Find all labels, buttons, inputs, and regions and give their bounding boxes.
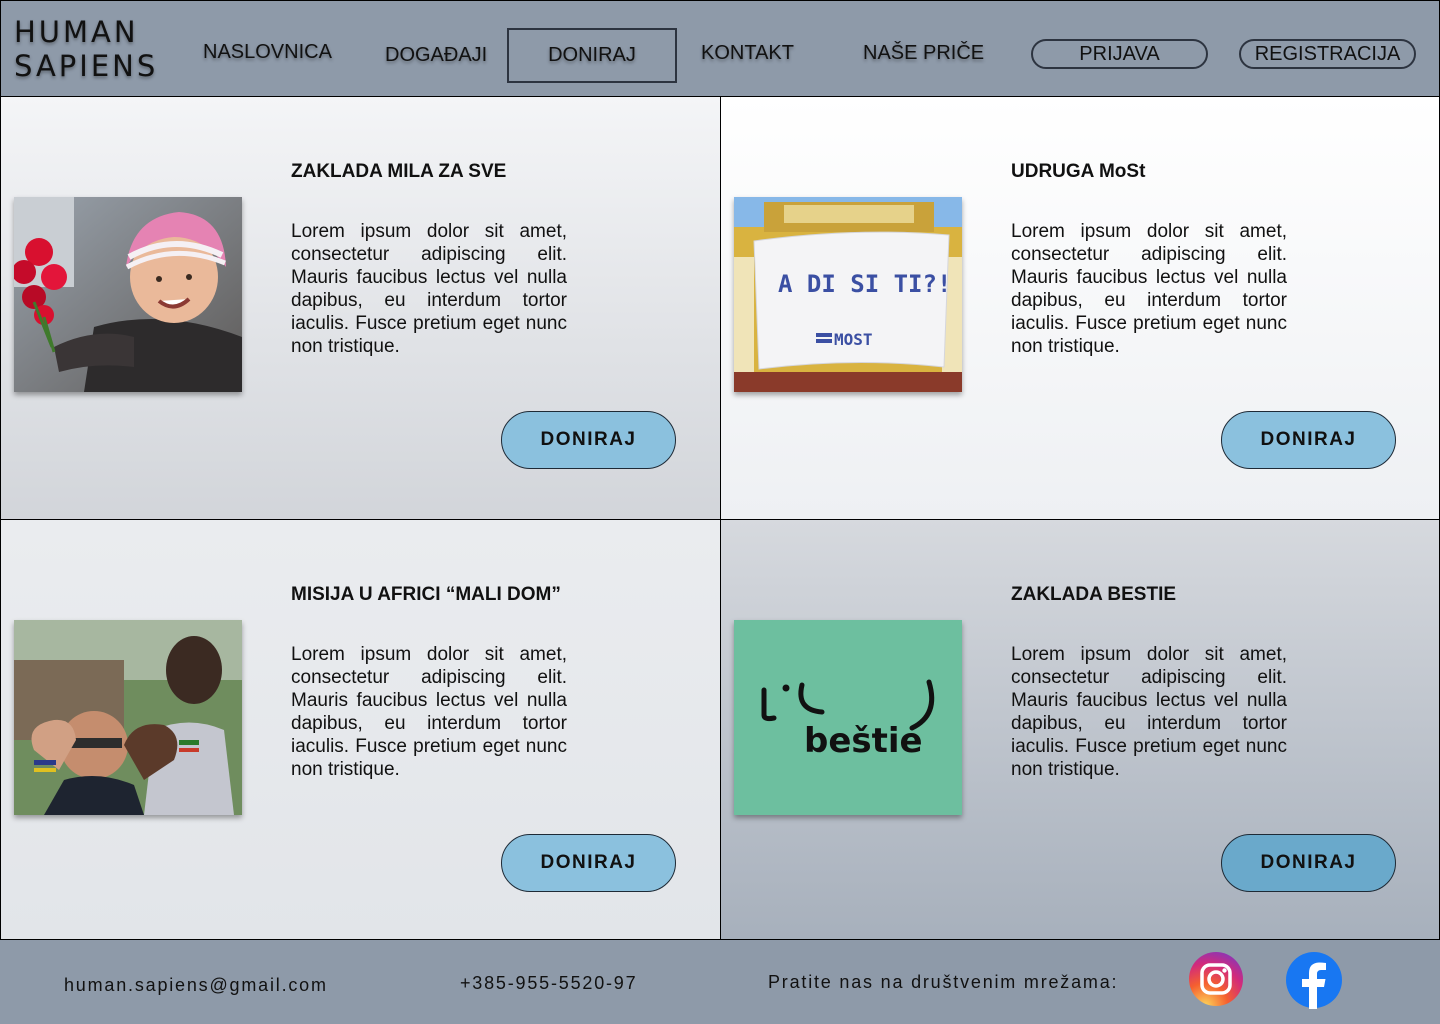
banner-text: A DI SI TI?! xyxy=(778,270,951,298)
card-title: MISIJA U AFRICI “MALI DOM” xyxy=(291,584,561,605)
nav-home-link[interactable]: NASLOVNICA xyxy=(203,41,332,64)
footer-email[interactable]: human.sapiens@gmail.com xyxy=(64,975,328,996)
card-title: ZAKLADA MILA ZA SVE xyxy=(291,161,507,182)
child-with-flowers-photo xyxy=(14,197,242,392)
donation-card-most: A DI SI TI?! MOST UDRUGA MoSt Lorem ipsu… xyxy=(720,96,1440,520)
nav-contact-link[interactable]: KONTAKT xyxy=(701,42,794,65)
card-description: Lorem ipsum dolor sit amet, consectetur … xyxy=(291,644,567,780)
card-description: Lorem ipsum dolor sit amet, consectetur … xyxy=(1011,221,1287,357)
banner-photo: A DI SI TI?! MOST xyxy=(734,197,962,392)
nav-events-link[interactable]: DOGAĐAJI xyxy=(385,44,487,67)
brand-line-2: SAPIENS xyxy=(14,49,159,83)
card-title: ZAKLADA BESTIE xyxy=(1011,584,1177,605)
instagram-icon[interactable] xyxy=(1188,951,1244,1007)
nav-stories-link[interactable]: NAŠE PRIČE xyxy=(863,42,984,65)
bestie-logo: beštie xyxy=(734,620,962,815)
facebook-icon[interactable] xyxy=(1285,951,1342,1009)
donation-card-mila: ZAKLADA MILA ZA SVE Lorem ipsum dolor si… xyxy=(0,96,721,520)
login-button[interactable]: PRIJAVA xyxy=(1031,39,1208,69)
donation-card-bestie: beštie ZAKLADA BESTIE Lorem ipsum dolor … xyxy=(720,519,1440,940)
brand-line-1: HUMAN xyxy=(14,15,139,49)
nav-donate-link-active[interactable]: DONIRAJ xyxy=(507,28,677,83)
bestie-logo-text: beštie xyxy=(804,721,923,761)
brand-logo[interactable]: HUMAN SAPIENS xyxy=(14,15,158,83)
donate-button[interactable]: DONIRAJ xyxy=(501,834,676,892)
card-description: Lorem ipsum dolor sit amet, consectetur … xyxy=(291,221,567,357)
heart-hands-photo xyxy=(14,620,242,815)
card-title: UDRUGA MoSt xyxy=(1011,161,1146,182)
banner-logo-text: MOST xyxy=(834,330,873,349)
donate-button[interactable]: DONIRAJ xyxy=(1221,834,1396,892)
footer-phone[interactable]: +385-955-5520-97 xyxy=(460,973,637,994)
card-description: Lorem ipsum dolor sit amet, consectetur … xyxy=(1011,644,1287,780)
register-button[interactable]: REGISTRACIJA xyxy=(1239,39,1416,69)
donate-button[interactable]: DONIRAJ xyxy=(501,411,676,469)
footer-social-label: Pratite nas na društvenim mrežama: xyxy=(768,972,1119,992)
donate-button[interactable]: DONIRAJ xyxy=(1221,411,1396,469)
donation-card-mali-dom: MISIJA U AFRICI “MALI DOM” Lorem ipsum d… xyxy=(0,519,721,940)
site-footer: human.sapiens@gmail.com +385-955-5520-97… xyxy=(0,939,1440,1024)
top-navigation-bar: HUMAN SAPIENS NASLOVNICA DOGAĐAJI DONIRA… xyxy=(0,0,1440,97)
